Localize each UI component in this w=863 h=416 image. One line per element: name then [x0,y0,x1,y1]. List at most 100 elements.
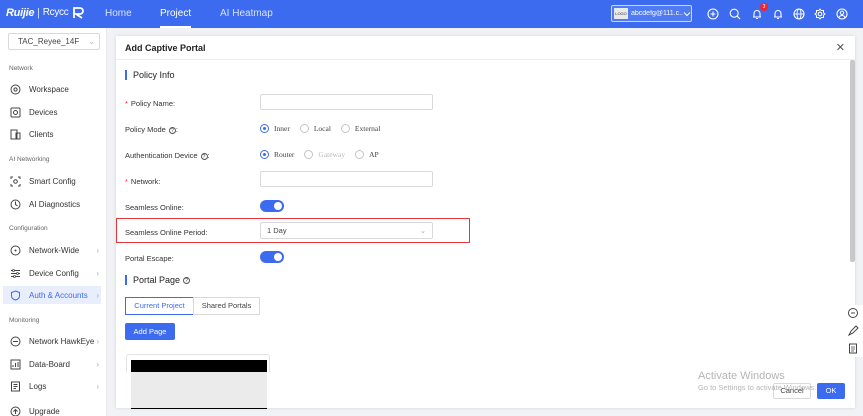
panel-scrollbar[interactable] [850,60,855,262]
feedback-icon[interactable] [847,325,859,337]
help-icon[interactable]: ? [168,126,176,134]
search-icon[interactable] [729,8,741,20]
floating-toolbar [843,305,863,357]
sidebar-item-device-config[interactable]: Device Config › [3,264,101,282]
radio-button[interactable] [304,150,314,159]
radio-button[interactable] [355,150,365,159]
sidebar-item-label: Network HawkEye [29,336,95,346]
sidebar-item-network-wide[interactable]: Network-Wide › [3,241,101,259]
sidebar-item-devices[interactable]: Devices [3,103,101,121]
help-icon[interactable]: ? [200,152,208,160]
shield-icon [9,289,21,301]
radio-gateway[interactable]: Gateway [304,150,345,159]
clients-icon [9,128,21,140]
sidebar-item-label: Data-Board [29,359,70,369]
sidebar-item-auth-accounts[interactable]: Auth & Accounts › [3,286,101,304]
hawkeye-icon [9,335,21,347]
account-selector[interactable]: LOGO abcdefg@111.c... [611,5,692,22]
upgrade-icon [9,405,21,416]
radio-ap[interactable]: AP [355,150,379,159]
seamless-period-label: Seamless Online Period: [125,228,208,237]
select-value: 1 Day [267,226,287,235]
radio-inner[interactable]: Inner [260,124,290,133]
chevron-right-icon: › [96,381,99,391]
tab-ai-heatmap[interactable]: AI Heatmap [220,0,273,28]
chat-icon[interactable] [847,307,859,319]
portal-escape-toggle[interactable] [260,251,284,263]
sidebar-item-network-hawkeye[interactable]: Network HawkEye › [3,332,101,350]
seamless-online-toggle[interactable] [260,200,284,212]
sidebar-item-label: AI Diagnostics [29,199,81,209]
seamless-online-label: Seamless Online: [125,203,184,212]
chevron-down-icon: ⌄ [88,37,95,46]
smart-config-icon [9,175,21,187]
network-label: * Network: [125,177,161,186]
sidebar-item-label: Clients [29,129,54,139]
sidebar-item-label: Network-Wide [29,245,80,255]
sidebar-item-label: Smart Config [29,176,76,186]
sidebar-item-label: Workspace [29,84,69,94]
radio-external[interactable]: External [340,124,380,133]
close-icon[interactable]: ✕ [836,41,845,54]
ai-diagnostics-icon [9,198,21,210]
project-selector[interactable]: TAC_Reyee_14F ⌄ [8,33,100,50]
network-input[interactable] [260,171,433,187]
radio-button[interactable] [260,150,269,159]
top-navigation-bar: Ruijie | Rcycc Home Project AI Heatmap L… [0,0,863,28]
section-title-policy-info: Policy Info [125,70,175,80]
policy-mode-label: Policy Mode?: [125,125,178,134]
tab-home[interactable]: Home [105,0,132,28]
network-wide-icon [9,244,21,256]
logs-icon [9,380,21,392]
chevron-right-icon: › [96,245,99,255]
tab-project[interactable]: Project [160,0,192,28]
ok-button[interactable]: OK [817,383,845,399]
data-board-icon [9,358,21,370]
brand-name: Ruijie [6,6,35,19]
section-configuration: Configuration [9,225,48,232]
sidebar-item-label: Upgrade [29,406,60,416]
sidebar-item-data-board[interactable]: Data-Board › [3,355,101,373]
tab-shared-portals[interactable]: Shared Portals [193,297,260,315]
help-icon[interactable]: ? [183,277,191,285]
chevron-right-icon: › [96,290,99,300]
radio-button[interactable] [299,124,309,133]
account-name: abcdefg@111.c... [631,10,683,17]
notification-badge: 3 [760,3,768,11]
add-page-button[interactable]: Add Page [125,323,175,340]
sidebar-item-smart-config[interactable]: Smart Config [3,172,101,190]
radio-router[interactable]: Router [260,150,294,159]
panel-footer: Cancel OK [116,372,855,408]
radio-local[interactable]: Local [299,124,331,133]
tab-current-project[interactable]: Current Project [125,297,194,315]
account-logo: LOGO [614,8,628,19]
settings-icon[interactable] [814,8,826,20]
add-circle-icon[interactable] [707,8,719,20]
sidebar-item-workspace[interactable]: Workspace [3,80,101,98]
section-ai-networking: AI Networking [9,156,50,163]
radio-button[interactable] [260,124,269,133]
section-monitoring: Monitoring [9,317,40,324]
policy-name-label: * Policy Name: [125,99,176,108]
radio-button[interactable] [340,124,350,133]
brand-logo[interactable]: Ruijie | Rcycc [6,6,85,19]
panel-header: Add Captive Portal ✕ [116,36,855,60]
brand-mark-icon [73,7,85,19]
sidebar-item-clients[interactable]: Clients [3,125,101,143]
sidebar-item-label: Logs [29,381,47,391]
policy-name-input[interactable] [260,94,433,110]
globe-icon[interactable] [793,8,805,20]
user-icon[interactable] [836,8,848,20]
sidebar-item-upgrade[interactable]: Upgrade [3,402,101,416]
clipboard-icon[interactable] [847,342,859,354]
cancel-button[interactable]: Cancel [773,383,811,399]
sidebar-item-label: Devices [29,107,58,117]
sidebar: TAC_Reyee_14F ⌄ Network Workspace Device… [0,28,107,416]
alert-bell-icon[interactable] [772,8,784,20]
project-name: TAC_Reyee_14F [18,37,80,46]
seamless-period-select[interactable]: 1 Day ⌄ [260,222,433,239]
workspace-icon [9,83,21,95]
sidebar-item-ai-diagnostics[interactable]: AI Diagnostics [3,195,101,213]
devices-icon [9,106,21,118]
sidebar-item-logs[interactable]: Logs › [3,377,101,395]
